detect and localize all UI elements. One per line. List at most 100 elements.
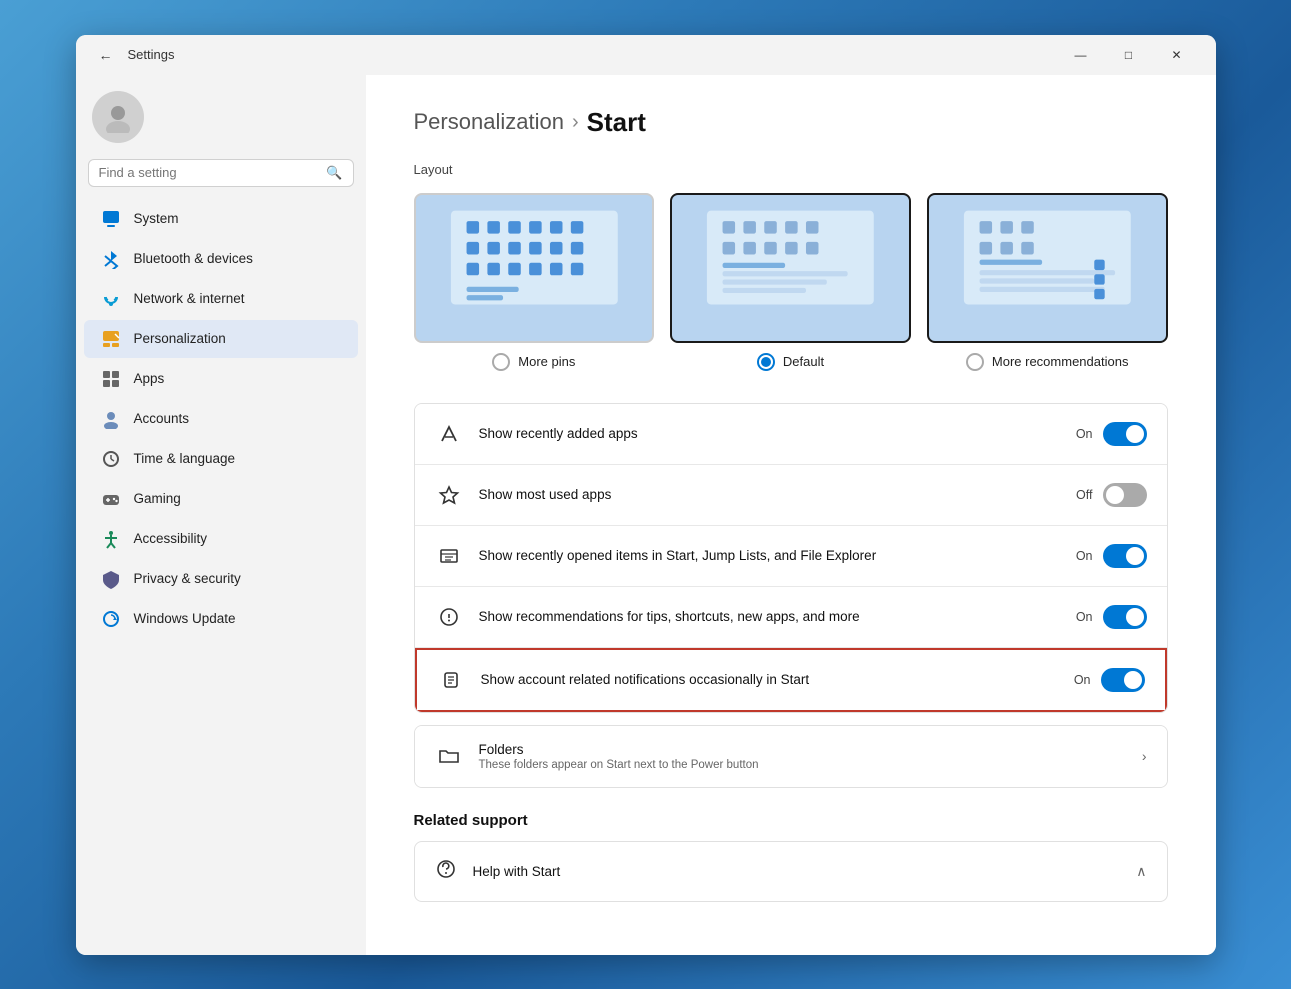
close-button[interactable]: ✕ <box>1154 39 1200 71</box>
search-box[interactable]: 🔍 <box>88 159 354 187</box>
most-used-control: Off <box>1076 483 1146 507</box>
row-most-used: Show most used apps Off <box>415 465 1167 526</box>
recently-opened-text: Show recently opened items in Start, Jum… <box>479 548 1060 563</box>
account-notifications-status: On <box>1074 673 1091 687</box>
sidebar-label-update: Windows Update <box>134 611 236 626</box>
recommendations-status: On <box>1076 610 1093 624</box>
breadcrumb-separator: › <box>572 111 579 134</box>
row-account-notifications: Show account related notifications occas… <box>415 648 1167 712</box>
folders-icon <box>435 742 463 770</box>
sidebar-item-apps[interactable]: Apps <box>84 360 358 398</box>
recommendations-toggle[interactable] <box>1103 605 1147 629</box>
system-icon <box>100 208 122 230</box>
recently-added-icon <box>435 420 463 448</box>
recently-opened-control: On <box>1076 544 1147 568</box>
toggle-knob <box>1126 425 1144 443</box>
layout-radio-default[interactable]: Default <box>757 353 824 371</box>
sidebar-label-system: System <box>134 211 179 226</box>
layout-preview-default <box>670 193 911 343</box>
privacy-icon <box>100 568 122 590</box>
radio-more-pins[interactable] <box>492 353 510 371</box>
sidebar-item-network[interactable]: Network & internet <box>84 280 358 318</box>
row-recently-opened: Show recently opened items in Start, Jum… <box>415 526 1167 587</box>
label-more-pins: More pins <box>518 354 575 369</box>
layout-radio-more-recommendations[interactable]: More recommendations <box>966 353 1129 371</box>
layout-cards: More pins <box>414 193 1168 371</box>
layout-option-more-recommendations[interactable]: More recommendations <box>927 193 1168 371</box>
layout-option-default[interactable]: Default <box>670 193 911 371</box>
sidebar-label-accessibility: Accessibility <box>134 531 208 546</box>
folders-section: Folders These folders appear on Start ne… <box>414 725 1168 788</box>
radio-default[interactable] <box>757 353 775 371</box>
sidebar-item-system[interactable]: System <box>84 200 358 238</box>
time-icon <box>100 448 122 470</box>
sidebar-item-gaming[interactable]: Gaming <box>84 480 358 518</box>
avatar <box>92 91 144 143</box>
account-notifications-icon <box>437 666 465 694</box>
recommendations-control: On <box>1076 605 1147 629</box>
recently-opened-status: On <box>1076 549 1093 563</box>
row-recently-added: Show recently added apps On <box>415 404 1167 465</box>
help-icon <box>435 858 457 885</box>
recently-opened-toggle[interactable] <box>1103 544 1147 568</box>
sidebar-label-accounts: Accounts <box>134 411 190 426</box>
toggle-knob <box>1106 486 1124 504</box>
recommendations-icon <box>435 603 463 631</box>
layout-section-title: Layout <box>414 162 1168 177</box>
recently-added-control: On <box>1076 422 1147 446</box>
back-button[interactable]: ← <box>92 41 120 69</box>
toggle-knob <box>1124 671 1142 689</box>
sidebar-label-apps: Apps <box>134 371 165 386</box>
most-used-toggle[interactable] <box>1103 483 1147 507</box>
label-default: Default <box>783 354 824 369</box>
help-row[interactable]: Help with Start ∧ <box>414 841 1168 902</box>
window-title: Settings <box>128 47 175 62</box>
maximize-button[interactable]: □ <box>1106 39 1152 71</box>
sidebar-item-personalization[interactable]: Personalization <box>84 320 358 358</box>
folders-row[interactable]: Folders These folders appear on Start ne… <box>415 726 1167 787</box>
toggle-knob <box>1126 608 1144 626</box>
settings-rows-section: Show recently added apps On S <box>414 403 1168 713</box>
search-icon: 🔍 <box>326 165 342 181</box>
most-used-status: Off <box>1076 488 1092 502</box>
update-icon <box>100 608 122 630</box>
recently-added-text: Show recently added apps <box>479 426 1060 441</box>
accounts-icon <box>100 408 122 430</box>
sidebar-label-personalization: Personalization <box>134 331 226 346</box>
network-icon <box>100 288 122 310</box>
content-area: 🔍 System Bluetooth & devices Network & <box>76 75 1216 955</box>
sidebar-label-network: Network & internet <box>134 291 245 306</box>
sidebar-item-update[interactable]: Windows Update <box>84 600 358 638</box>
recently-added-status: On <box>1076 427 1093 441</box>
sidebar: 🔍 System Bluetooth & devices Network & <box>76 75 366 955</box>
sidebar-item-accessibility[interactable]: Accessibility <box>84 520 358 558</box>
recently-added-toggle[interactable] <box>1103 422 1147 446</box>
account-notifications-control: On <box>1074 668 1145 692</box>
apps-icon <box>100 368 122 390</box>
sidebar-label-gaming: Gaming <box>134 491 181 506</box>
search-input[interactable] <box>99 165 327 180</box>
account-notifications-toggle[interactable] <box>1101 668 1145 692</box>
help-text: Help with Start <box>473 864 1121 879</box>
folders-chevron-right: › <box>1142 748 1147 764</box>
recommendations-text: Show recommendations for tips, shortcuts… <box>479 609 1060 624</box>
related-support-title: Related support <box>414 812 1168 829</box>
sidebar-label-privacy: Privacy & security <box>134 571 241 586</box>
layout-option-more-pins[interactable]: More pins <box>414 193 655 371</box>
sidebar-item-accounts[interactable]: Accounts <box>84 400 358 438</box>
layout-preview-more-pins <box>414 193 655 343</box>
sidebar-item-bluetooth[interactable]: Bluetooth & devices <box>84 240 358 278</box>
accessibility-icon <box>100 528 122 550</box>
settings-window: ← Settings — □ ✕ 🔍 <box>76 35 1216 955</box>
minimize-button[interactable]: — <box>1058 39 1104 71</box>
toggle-knob <box>1126 547 1144 565</box>
help-chevron-icon: ∧ <box>1136 863 1146 880</box>
sidebar-item-privacy[interactable]: Privacy & security <box>84 560 358 598</box>
folders-text: Folders These folders appear on Start ne… <box>479 742 1126 771</box>
sidebar-item-time[interactable]: Time & language <box>84 440 358 478</box>
sidebar-label-time: Time & language <box>134 451 236 466</box>
label-more-recommendations: More recommendations <box>992 354 1129 369</box>
layout-radio-more-pins[interactable]: More pins <box>492 353 575 371</box>
radio-more-recommendations[interactable] <box>966 353 984 371</box>
title-bar: ← Settings — □ ✕ <box>76 35 1216 75</box>
